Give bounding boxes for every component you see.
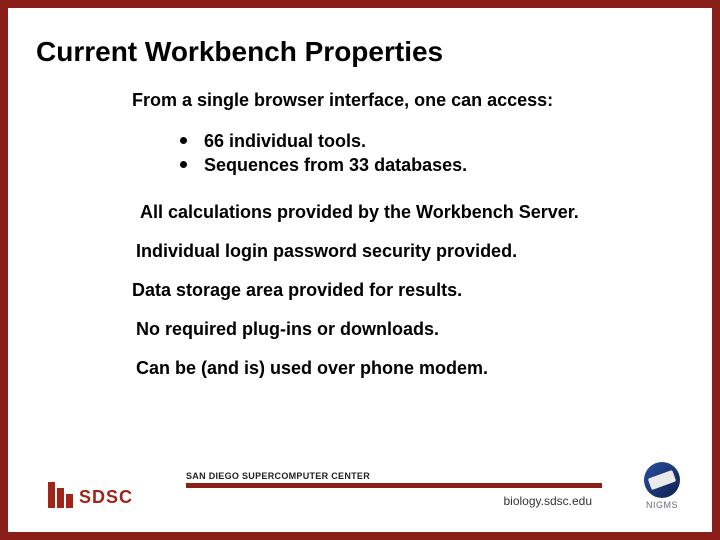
bullet-list: 66 individual tools. Sequences from 33 d… [180,129,684,178]
slide-content: Current Workbench Properties From a sing… [36,36,684,512]
sdsc-logo: SDSC [48,482,133,508]
slide-frame: Current Workbench Properties From a sing… [0,0,720,540]
body-paragraph: Can be (and is) used over phone modem. [136,358,684,379]
list-item: Sequences from 33 databases. [180,153,684,177]
divider-rule [186,483,602,488]
sdsc-bars-icon [48,482,73,508]
sdsc-logo-text: SDSC [79,487,133,508]
slide-title: Current Workbench Properties [36,36,684,68]
body-paragraph: No required plug-ins or downloads. [136,319,684,340]
nigms-label: NIGMS [644,500,680,510]
body-paragraph: Individual login password security provi… [136,241,684,262]
lead-line: From a single browser interface, one can… [132,90,684,111]
body-paragraph: All calculations provided by the Workben… [140,202,684,223]
list-item: 66 individual tools. [180,129,684,153]
footer-site: biology.sdsc.edu [504,494,593,508]
slide-body: From a single browser interface, one can… [132,90,684,379]
nigms-icon [644,462,680,498]
footer-center: SAN DIEGO SUPERCOMPUTER CENTER [186,471,602,488]
center-title: SAN DIEGO SUPERCOMPUTER CENTER [186,471,602,481]
body-paragraph: Data storage area provided for results. [132,280,684,301]
nigms-badge: NIGMS [644,462,680,510]
slide-footer: SDSC SAN DIEGO SUPERCOMPUTER CENTER biol… [36,462,684,518]
